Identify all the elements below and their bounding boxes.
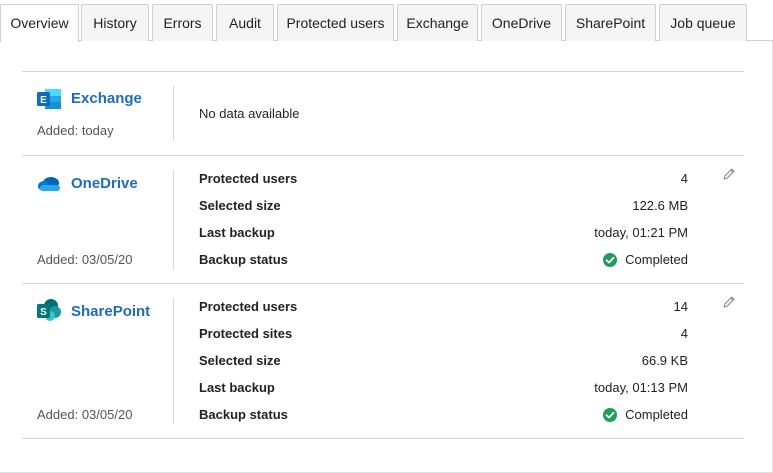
- backup-overview-page: Overview History Errors Audit Protected …: [0, 0, 773, 473]
- sharepoint-selected-size-value: 66.9 KB: [641, 353, 688, 368]
- tab-overview[interactable]: Overview: [0, 4, 79, 42]
- sharepoint-backup-status-label: Backup status: [199, 407, 288, 422]
- sharepoint-added-date: Added: 03/05/20: [37, 407, 133, 422]
- check-circle-icon: [603, 252, 618, 267]
- onedrive-selected-size-value: 122.6 MB: [632, 198, 688, 213]
- onedrive-title-link[interactable]: OneDrive: [71, 175, 138, 192]
- sharepoint-card: S SharePoint Added: 03/05/20 Protected u…: [22, 284, 744, 438]
- divider: [22, 438, 744, 439]
- onedrive-last-backup-value: today, 01:21 PM: [594, 225, 688, 240]
- exchange-card: E Exchange Added: today No data availabl…: [22, 72, 744, 155]
- onedrive-last-backup-label: Last backup: [199, 225, 275, 240]
- sharepoint-protected-users-label: Protected users: [199, 299, 298, 314]
- sharepoint-protected-sites-value: 4: [680, 326, 688, 341]
- tab-protected-users[interactable]: Protected users: [277, 4, 394, 41]
- check-circle-icon: [603, 407, 618, 422]
- vertical-divider: [173, 86, 174, 141]
- tab-job-queue[interactable]: Job queue: [659, 4, 747, 41]
- sharepoint-icon: S: [37, 299, 61, 321]
- onedrive-selected-size-label: Selected size: [199, 198, 281, 213]
- sharepoint-last-backup-label: Last backup: [199, 380, 275, 395]
- sharepoint-selected-size-label: Selected size: [199, 353, 281, 368]
- exchange-no-data-text: No data available: [199, 106, 300, 121]
- tab-sharepoint[interactable]: SharePoint: [565, 4, 656, 41]
- sharepoint-last-backup-value: today, 01:13 PM: [594, 380, 688, 395]
- sharepoint-title-link[interactable]: SharePoint: [71, 303, 150, 320]
- status-text: Completed: [625, 252, 688, 267]
- exchange-icon: E: [37, 89, 61, 109]
- sharepoint-protected-sites-label: Protected sites: [199, 326, 293, 341]
- tab-exchange[interactable]: Exchange: [397, 4, 478, 41]
- status-text: Completed: [625, 407, 688, 422]
- onedrive-protected-users-label: Protected users: [199, 171, 298, 186]
- onedrive-card: OneDrive Added: 03/05/20 Protected users…: [22, 156, 744, 283]
- svg-text:S: S: [40, 307, 47, 318]
- onedrive-added-date: Added: 03/05/20: [37, 252, 133, 267]
- vertical-divider: [173, 170, 174, 270]
- vertical-divider: [173, 298, 174, 424]
- tab-errors[interactable]: Errors: [152, 4, 213, 41]
- svg-text:E: E: [40, 95, 47, 106]
- pencil-icon[interactable]: [722, 295, 736, 309]
- pencil-icon[interactable]: [722, 167, 736, 181]
- tab-audit[interactable]: Audit: [216, 4, 274, 41]
- sharepoint-protected-users-value: 14: [673, 299, 688, 314]
- sharepoint-backup-status: Completed: [603, 407, 688, 425]
- onedrive-protected-users-value: 4: [680, 171, 688, 186]
- exchange-title-link[interactable]: Exchange: [71, 90, 142, 107]
- tab-history[interactable]: History: [81, 4, 149, 41]
- onedrive-backup-status: Completed: [603, 252, 688, 270]
- exchange-added-date: Added: today: [37, 123, 114, 138]
- tab-bar: Overview History Errors Audit Protected …: [0, 0, 773, 42]
- onedrive-icon: [38, 177, 60, 191]
- onedrive-backup-status-label: Backup status: [199, 252, 288, 267]
- tab-onedrive[interactable]: OneDrive: [481, 4, 562, 41]
